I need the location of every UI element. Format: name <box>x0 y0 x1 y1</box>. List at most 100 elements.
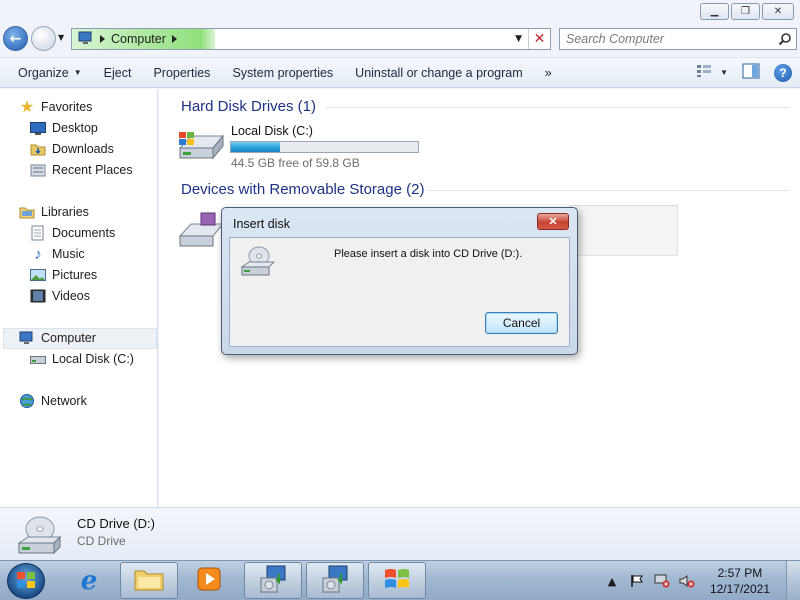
hard-drive-windows-icon <box>177 130 225 167</box>
forward-button[interactable] <box>31 26 56 51</box>
cd-drive-item[interactable] <box>569 205 678 256</box>
installer-icon <box>257 564 289 597</box>
nav-label: Local Disk (C:) <box>52 352 134 366</box>
nav-item-recent-places[interactable]: Recent Places <box>30 162 133 178</box>
dialog-body: Please insert a disk into CD Drive (D:).… <box>229 237 570 347</box>
downloads-folder-icon <box>30 141 46 157</box>
uninstall-program-button[interactable]: Uninstall or change a program <box>344 66 533 80</box>
nav-item-computer[interactable]: Computer <box>19 330 96 346</box>
nav-item-videos[interactable]: Videos <box>30 288 90 304</box>
clock[interactable]: 2:57 PM 12/17/2021 <box>710 565 770 597</box>
search-icon[interactable] <box>778 32 792 49</box>
taskbar-windows-explorer[interactable] <box>120 562 178 599</box>
taskbar-windows-setup[interactable] <box>368 562 426 599</box>
change-view-button[interactable]: ▼ <box>696 64 728 81</box>
clock-date: 12/17/2021 <box>709 582 770 596</box>
nav-label: Favorites <box>41 100 93 114</box>
dialog-message: Please insert a disk into CD Drive (D:). <box>334 248 523 260</box>
nav-label: Pictures <box>52 268 98 282</box>
cd-drive-icon <box>16 515 66 560</box>
recent-pages-dropdown[interactable]: ▼ <box>58 33 64 42</box>
nav-label: Videos <box>52 289 90 303</box>
address-bar[interactable]: Computer ▼ ✕ <box>71 28 551 50</box>
drive-usage-fill <box>231 142 280 152</box>
nav-item-libraries[interactable]: Libraries <box>19 204 89 220</box>
group-header-removable-storage[interactable]: Devices with Removable Storage (2) <box>181 181 424 198</box>
restore-button[interactable]: ❐ <box>731 3 760 20</box>
insert-disk-dialog: Insert disk ✕ Please insert a disk into … <box>221 207 578 355</box>
floppy-drive-icon[interactable] <box>177 212 225 255</box>
nav-item-music[interactable]: ♪ Music <box>30 246 85 263</box>
organize-button[interactable]: Organize ▼ <box>0 66 93 80</box>
search-input[interactable]: Search Computer <box>559 28 797 50</box>
details-item-type: CD Drive <box>77 534 126 548</box>
installer-icon <box>319 564 351 597</box>
drive-c-free-space: 44.5 GB free of 59.8 GB <box>231 156 360 170</box>
action-center-flag-icon[interactable] <box>629 573 645 589</box>
breadcrumb-separator-icon[interactable] <box>100 35 105 43</box>
nav-label: Desktop <box>52 121 98 135</box>
more-label: » <box>544 65 552 80</box>
system-properties-label: System properties <box>232 65 334 80</box>
group-divider <box>325 107 790 108</box>
hard-drive-icon <box>30 351 46 367</box>
volume-muted-icon[interactable] <box>679 573 695 589</box>
address-dropdown-icon[interactable]: ▼ <box>515 34 522 44</box>
close-window-button[interactable]: ✕ <box>762 3 794 20</box>
start-button[interactable] <box>7 563 45 599</box>
address-row: ← ▼ Computer ▼ ✕ Search Computer <box>0 25 800 53</box>
nav-label: Music <box>52 247 85 261</box>
close-icon: ✕ <box>548 216 558 228</box>
show-hidden-icons-icon[interactable]: ▲ <box>604 573 620 589</box>
search-placeholder: Search Computer <box>566 32 664 46</box>
windows-logo-icon <box>383 567 411 594</box>
breadcrumb-computer[interactable]: Computer <box>111 32 166 46</box>
nav-item-documents[interactable]: Documents <box>30 225 115 241</box>
computer-icon <box>19 330 35 346</box>
taskbar: e ▲ 2:57 PM 12/17/2021 <box>0 560 800 600</box>
organize-label: Organize <box>18 65 69 80</box>
group-header-hard-disk-drives[interactable]: Hard Disk Drives (1) <box>181 98 316 115</box>
caption-buttons: ▁ ❐ ✕ <box>700 3 794 20</box>
cd-drive-icon <box>240 245 278 282</box>
group-header-label: Devices with Removable Storage (2) <box>181 181 425 198</box>
back-button[interactable]: ← <box>3 26 28 51</box>
taskbar-installer-2[interactable] <box>306 562 364 599</box>
preview-pane-icon[interactable] <box>742 63 760 82</box>
clock-time: 2:57 PM <box>717 566 763 580</box>
folder-icon <box>134 567 164 594</box>
taskbar-internet-explorer[interactable]: e <box>60 562 118 599</box>
minimize-button[interactable]: ▁ <box>700 3 729 20</box>
nav-item-network[interactable]: Network <box>19 393 87 409</box>
nav-item-favorites[interactable]: ★ Favorites <box>19 99 93 116</box>
more-commands-button[interactable]: » <box>534 66 563 80</box>
back-arrow-icon: ← <box>9 30 22 47</box>
system-tray: ▲ 2:57 PM 12/17/2021 <box>604 561 800 600</box>
nav-item-pictures[interactable]: Pictures <box>30 267 97 283</box>
nav-item-downloads[interactable]: Downloads <box>30 141 114 157</box>
taskbar-installer-1[interactable] <box>244 562 302 599</box>
taskbar-media-player[interactable] <box>180 562 238 599</box>
uninstall-label: Uninstall or change a program <box>355 65 523 80</box>
nav-label: Network <box>41 394 87 408</box>
breadcrumb-chevron-icon[interactable] <box>171 35 177 43</box>
nav-label: Downloads <box>52 142 114 156</box>
network-globe-icon <box>19 393 35 409</box>
dialog-close-button[interactable]: ✕ <box>537 213 569 230</box>
cancel-button[interactable]: Cancel <box>485 312 558 334</box>
network-status-icon[interactable] <box>654 573 670 589</box>
chevron-down-icon: ▼ <box>720 68 728 77</box>
command-bar: Organize ▼ Eject Properties System proper… <box>0 57 800 88</box>
nav-label: Recent Places <box>52 163 133 177</box>
help-icon[interactable]: ? <box>774 63 792 82</box>
chevron-down-icon: ▼ <box>73 68 82 77</box>
system-properties-button[interactable]: System properties <box>221 66 344 80</box>
properties-button[interactable]: Properties <box>142 66 221 80</box>
view-options-icon <box>696 64 712 81</box>
stop-icon[interactable]: ✕ <box>528 29 550 49</box>
show-desktop-button[interactable] <box>786 561 800 600</box>
nav-item-local-disk[interactable]: Local Disk (C:) <box>30 351 134 367</box>
star-icon: ★ <box>19 99 35 116</box>
nav-item-desktop[interactable]: Desktop <box>30 120 98 136</box>
eject-button[interactable]: Eject <box>93 66 143 80</box>
